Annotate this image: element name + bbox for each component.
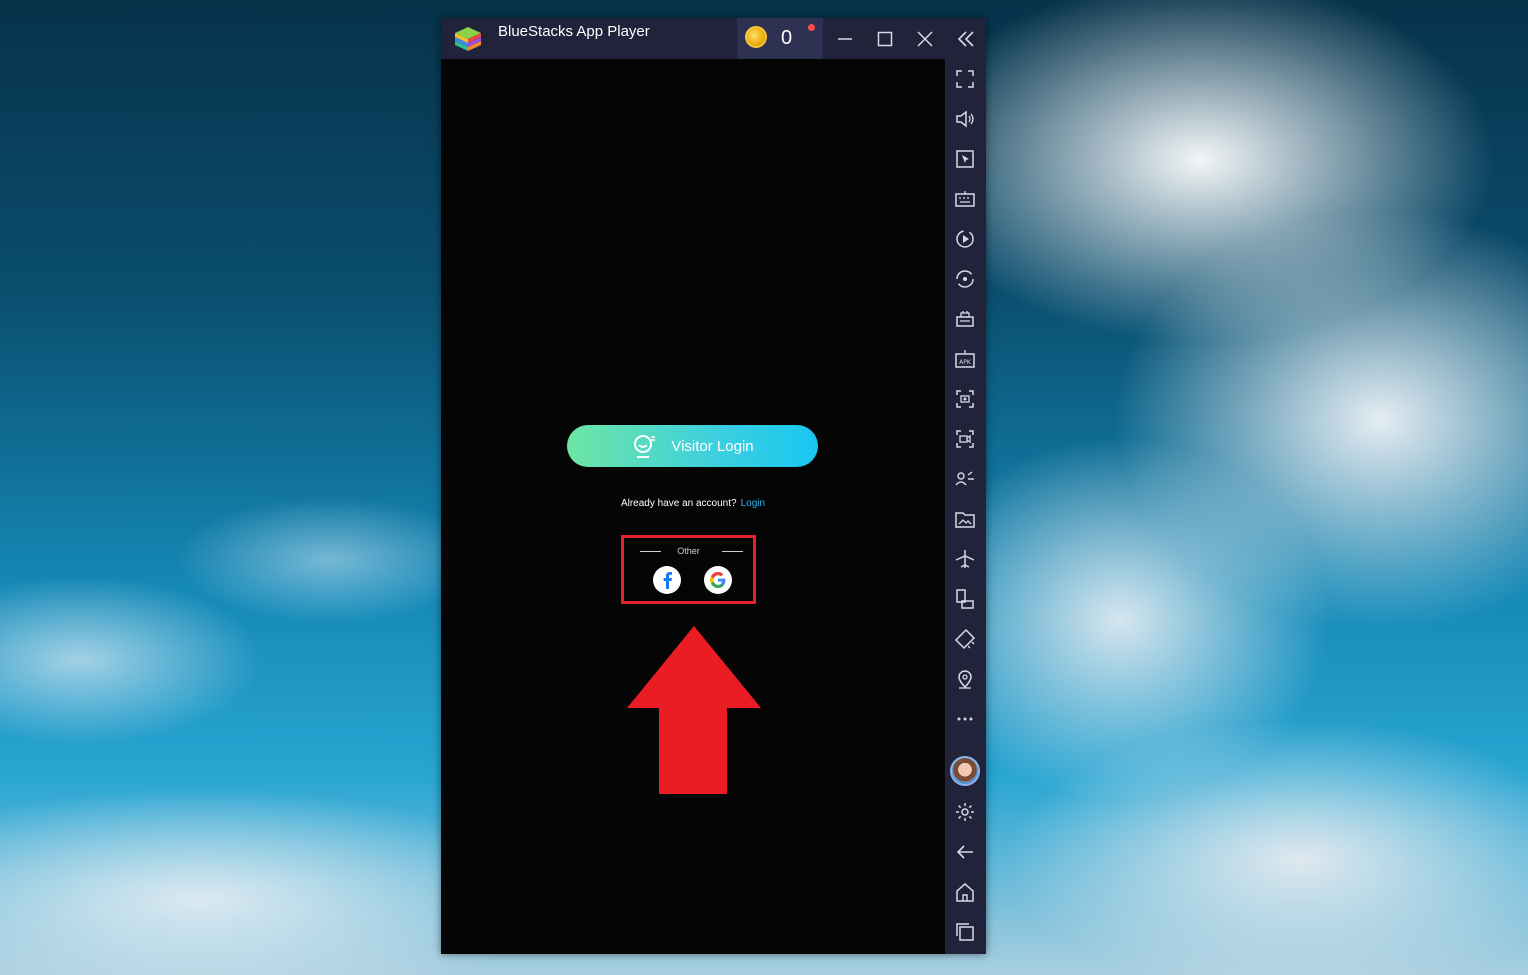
- record-video-icon[interactable]: [954, 428, 976, 450]
- avatar[interactable]: [950, 756, 980, 786]
- app-screen: Visitor Login Already have an account? Lo…: [441, 59, 945, 954]
- facebook-login-button[interactable]: [653, 566, 681, 594]
- pointer-icon[interactable]: [954, 148, 976, 170]
- apk-install-icon[interactable]: APK: [954, 348, 976, 370]
- divider-line-right: [722, 551, 743, 552]
- fullscreen-icon[interactable]: [954, 68, 976, 90]
- volume-icon[interactable]: [954, 108, 976, 130]
- airplane-mode-icon[interactable]: [954, 548, 976, 570]
- screenshot-icon[interactable]: [954, 388, 976, 410]
- account-prompt-row: Already have an account? Login: [441, 498, 945, 509]
- resize-icon[interactable]: [954, 588, 976, 610]
- red-up-arrow-icon: [627, 626, 761, 794]
- account-prompt-text: Already have an account?: [620, 498, 737, 509]
- back-icon[interactable]: [954, 841, 976, 863]
- double-chevron-left-icon: [957, 30, 974, 47]
- minimize-icon: [838, 37, 852, 40]
- bluestacks-window: BlueStacks App Player 0 Visitor Login Al…: [441, 18, 986, 954]
- location-icon[interactable]: [954, 668, 976, 690]
- svg-text:APK: APK: [959, 359, 972, 366]
- visitor-login-label: Visitor Login: [671, 437, 754, 455]
- window-title: BlueStacks App Player: [498, 23, 650, 40]
- more-icon[interactable]: [954, 708, 976, 730]
- rotate-sync-icon[interactable]: [954, 268, 976, 290]
- google-icon: [710, 572, 726, 588]
- multi-instance-icon[interactable]: [954, 308, 976, 330]
- notification-dot: [808, 24, 815, 31]
- media-folder-icon[interactable]: [954, 508, 976, 530]
- bluestacks-logo-icon: [455, 27, 481, 51]
- visitor-icon: [634, 435, 656, 458]
- right-sidebar: APK: [945, 59, 986, 954]
- other-divider: Other: [624, 546, 753, 558]
- settings-icon[interactable]: [954, 801, 976, 823]
- game-controls-icon[interactable]: [954, 468, 976, 490]
- coin-counter[interactable]: 0: [737, 18, 823, 59]
- collapse-sidebar-button[interactable]: [945, 18, 986, 59]
- facebook-icon: [663, 572, 672, 589]
- login-link[interactable]: Login: [741, 498, 765, 509]
- visitor-login-button[interactable]: Visitor Login: [567, 425, 818, 467]
- recent-apps-icon[interactable]: [954, 921, 976, 943]
- minimize-button[interactable]: [825, 18, 865, 59]
- coin-icon: [745, 26, 767, 48]
- maximize-button[interactable]: [865, 18, 905, 59]
- maximize-icon: [877, 31, 893, 46]
- google-login-button[interactable]: [704, 566, 732, 594]
- macro-play-icon[interactable]: [954, 228, 976, 250]
- annotation-highlight-box: Other: [621, 535, 756, 604]
- eco-mode-icon[interactable]: [954, 628, 976, 650]
- close-icon: [917, 30, 933, 47]
- close-button[interactable]: [905, 18, 945, 59]
- coin-count: 0: [781, 27, 793, 49]
- home-icon[interactable]: [954, 881, 976, 903]
- title-bar: BlueStacks App Player 0: [441, 18, 986, 59]
- keyboard-icon[interactable]: [954, 188, 976, 210]
